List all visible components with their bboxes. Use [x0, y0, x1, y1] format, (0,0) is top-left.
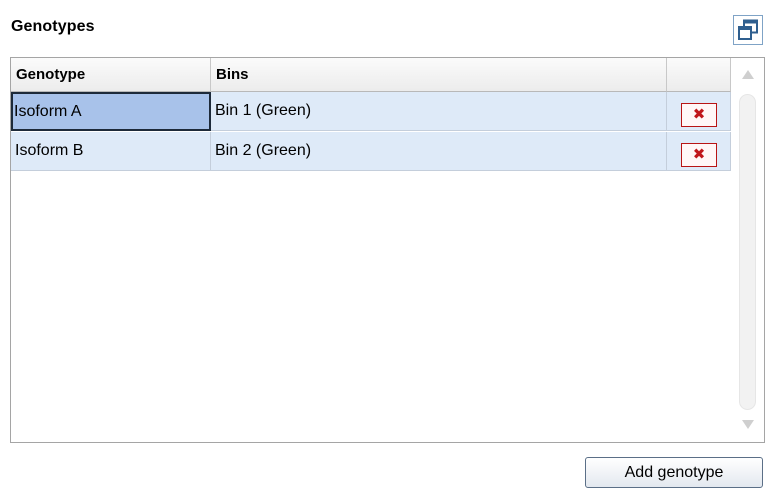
bins-cell[interactable]: Bin 2 (Green) [211, 132, 667, 171]
add-genotype-button[interactable]: Add genotype [585, 457, 763, 488]
column-header-genotype[interactable]: Genotype [11, 58, 211, 92]
popout-button[interactable] [733, 15, 763, 45]
action-cell: ✖ [667, 132, 731, 171]
genotype-table: Genotype Bins Isoform A Bin 1 (Green) ✖ … [10, 57, 765, 443]
table-row[interactable]: Isoform A Bin 1 (Green) ✖ [11, 92, 731, 132]
table-row[interactable]: Isoform B Bin 2 (Green) ✖ [11, 132, 731, 172]
column-header-actions [667, 58, 731, 92]
scroll-down-icon[interactable] [742, 420, 754, 429]
action-cell: ✖ [667, 92, 731, 131]
genotype-cell[interactable]: Isoform A [11, 92, 211, 131]
delete-row-button[interactable]: ✖ [681, 103, 717, 127]
column-header-bins[interactable]: Bins [211, 58, 667, 92]
genotype-cell[interactable]: Isoform B [11, 132, 211, 171]
vertical-scrollbar[interactable] [733, 58, 764, 442]
scroll-thumb[interactable] [739, 94, 756, 410]
genotypes-panel: Genotypes Genotype Bins Isoform A Bin 1 … [0, 0, 768, 489]
delete-icon: ✖ [692, 146, 706, 163]
section-title: Genotypes [11, 18, 95, 35]
bins-cell[interactable]: Bin 1 (Green) [211, 92, 667, 131]
popout-window-icon [738, 19, 758, 40]
scroll-up-icon[interactable] [742, 70, 754, 79]
delete-row-button[interactable]: ✖ [681, 143, 717, 167]
delete-icon: ✖ [692, 106, 706, 123]
